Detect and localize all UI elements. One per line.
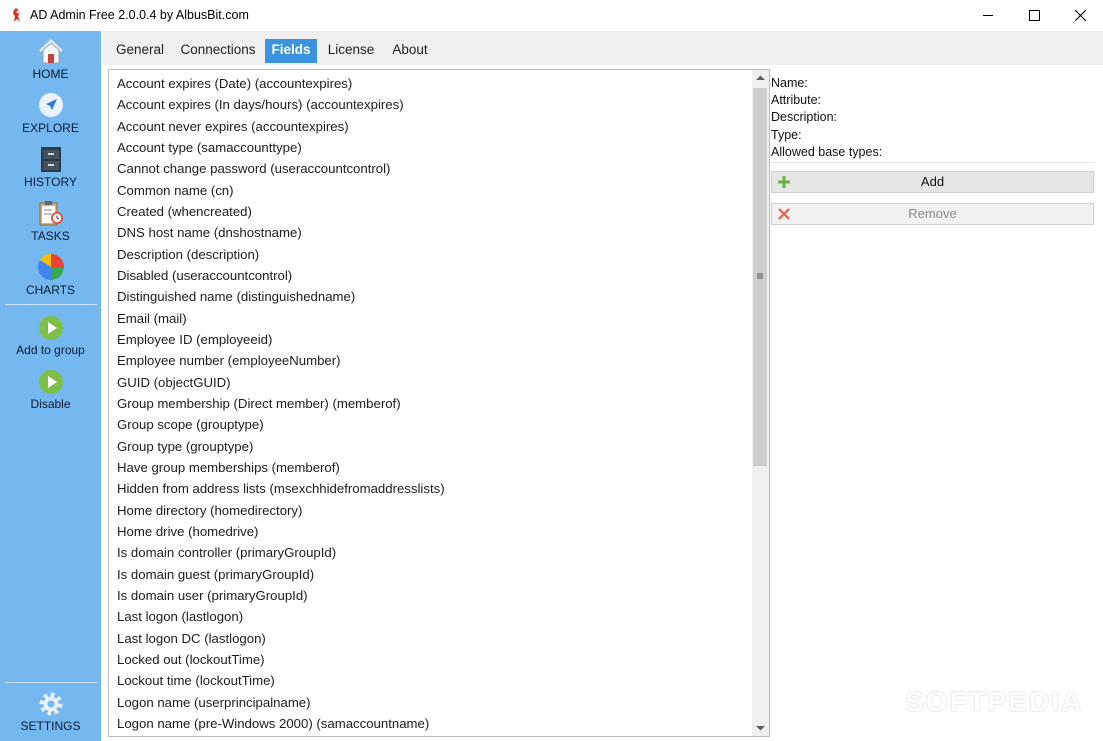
pie-chart-icon	[37, 253, 64, 281]
detail-name-label: Name:	[771, 76, 808, 90]
close-button[interactable]	[1057, 0, 1103, 31]
list-item[interactable]: Locked out (lockoutTime)	[117, 652, 265, 667]
main-panel: General Connections Fields License About…	[103, 31, 1103, 741]
tab-bar: General Connections Fields License About	[103, 31, 1103, 65]
list-item[interactable]: Is domain user (primaryGroupId)	[117, 588, 308, 603]
clipboard-clock-icon	[39, 201, 63, 226]
list-item[interactable]: Have group memberships (memberof)	[117, 460, 340, 475]
list-item[interactable]: Employee number (employeeNumber)	[117, 353, 341, 368]
sidebar-item-explore[interactable]: EXPLORE	[0, 91, 101, 135]
window-title: AD Admin Free 2.0.0.4 by AlbusBit.com	[30, 8, 249, 22]
list-item[interactable]: Home drive (homedrive)	[117, 524, 258, 539]
list-item[interactable]: Lockout time (lockoutTime)	[117, 673, 275, 688]
app-logo-icon	[13, 8, 20, 22]
sidebar-action-add-to-group[interactable]: Add to group	[0, 315, 101, 357]
tab-fields[interactable]: Fields	[265, 39, 317, 63]
sidebar-item-tasks[interactable]: TASKS	[0, 199, 101, 243]
scroll-up-icon[interactable]	[752, 70, 769, 86]
file-cabinet-icon	[40, 147, 61, 172]
sidebar-action-label: Add to group	[16, 343, 85, 357]
sidebar-item-charts[interactable]: CHARTS	[0, 253, 101, 297]
tab-connections[interactable]: Connections	[177, 39, 259, 63]
scroll-down-icon[interactable]	[752, 720, 769, 736]
play-icon	[38, 316, 63, 340]
maximize-button[interactable]	[1011, 0, 1057, 31]
tab-general[interactable]: General	[111, 39, 169, 63]
sidebar-item-home[interactable]: HOME	[0, 37, 101, 81]
list-item[interactable]: Group scope (grouptype)	[117, 417, 264, 432]
list-item[interactable]: Is domain controller (primaryGroupId)	[117, 545, 336, 560]
sidebar-item-label: CHARTS	[25, 283, 76, 297]
list-item[interactable]: Logon name (pre-Windows 2000) (samaccoun…	[117, 716, 429, 731]
remove-icon	[778, 208, 790, 220]
title-bar: AD Admin Free 2.0.0.4 by AlbusBit.com	[0, 0, 1103, 31]
sidebar-action-disable[interactable]: Disable	[0, 369, 101, 411]
list-item[interactable]: GUID (objectGUID)	[117, 375, 231, 390]
list-item[interactable]: DNS host name (dnshostname)	[117, 225, 302, 240]
vertical-scrollbar[interactable]	[752, 70, 769, 736]
sidebar-divider	[5, 682, 97, 683]
sidebar-item-label: TASKS	[31, 229, 70, 243]
list-item[interactable]: Email (mail)	[117, 311, 187, 326]
list-item[interactable]: Distinguished name (distinguishedname)	[117, 289, 355, 304]
minimize-icon	[982, 15, 993, 16]
list-item[interactable]: Account never expires (accountexpires)	[117, 119, 349, 134]
close-icon	[1074, 10, 1086, 21]
gear-icon	[39, 692, 62, 716]
list-item[interactable]: Last logon (lastlogon)	[117, 609, 243, 624]
fields-list[interactable]: Account expires (Date) (accountexpires) A…	[108, 69, 770, 737]
list-item[interactable]: Logon name (userprincipalname)	[117, 695, 311, 710]
list-item[interactable]: Description (description)	[117, 247, 259, 262]
list-item[interactable]: Hidden from address lists (msexchhidefro…	[117, 481, 445, 496]
add-button[interactable]: Add	[771, 171, 1094, 193]
sidebar-item-settings[interactable]: SETTINGS	[0, 691, 101, 733]
sidebar-item-history[interactable]: HISTORY	[0, 145, 101, 189]
details-divider	[770, 162, 1095, 163]
sidebar-item-label: EXPLORE	[22, 121, 79, 135]
list-item[interactable]: Group type (grouptype)	[117, 439, 253, 454]
home-icon	[38, 39, 63, 64]
list-item[interactable]: Is domain guest (primaryGroupId)	[117, 567, 314, 582]
plus-icon	[778, 176, 790, 188]
list-item[interactable]: Home directory (homedirectory)	[117, 503, 302, 518]
navigation-arrow-icon	[38, 93, 63, 117]
detail-allowed-base-types-label: Allowed base types:	[771, 144, 883, 159]
list-item[interactable]: Disabled (useraccountcontrol)	[117, 268, 292, 283]
list-item[interactable]: Group membership (Direct member) (member…	[117, 396, 401, 411]
maximize-icon	[1028, 10, 1040, 21]
list-item[interactable]: Last logon DC (lastlogon)	[117, 631, 266, 646]
sidebar-item-label: SETTINGS	[20, 719, 81, 733]
sidebar-item-label: HOME	[32, 67, 69, 81]
play-icon	[38, 370, 63, 394]
list-item[interactable]: Account type (samaccounttype)	[117, 140, 302, 155]
list-item[interactable]: Employee ID (employeeid)	[117, 332, 272, 347]
remove-button-label: Remove	[908, 206, 957, 221]
list-item[interactable]: Account expires (In days/hours) (account…	[117, 97, 404, 112]
grip-icon	[757, 273, 763, 279]
list-item[interactable]: Common name (cn)	[117, 183, 234, 198]
scrollbar-thumb[interactable]	[753, 88, 767, 466]
sidebar: HOME EXPLORE HISTORY TASKS CHARTS Add to…	[0, 31, 101, 741]
sidebar-action-label: Disable	[30, 397, 71, 411]
add-button-label: Add	[920, 174, 945, 189]
detail-type-label: Type:	[771, 127, 802, 142]
tab-license[interactable]: License	[325, 39, 377, 63]
sidebar-item-label: HISTORY	[24, 175, 77, 189]
list-item[interactable]: Created (whencreated)	[117, 204, 252, 219]
remove-button[interactable]: Remove	[771, 203, 1094, 225]
detail-attribute-label: Attribute:	[771, 93, 822, 108]
list-item[interactable]: Cannot change password (useraccountcontr…	[117, 161, 390, 176]
watermark: SOFTPEDIA	[905, 686, 1084, 717]
minimize-button[interactable]	[965, 0, 1011, 31]
list-item[interactable]: Account expires (Date) (accountexpires)	[117, 76, 352, 91]
sidebar-divider	[5, 304, 97, 305]
tab-about[interactable]: About	[385, 39, 435, 63]
field-details: Name: Attribute: Description: Type: Allo…	[771, 75, 882, 161]
detail-description-label: Description:	[771, 110, 837, 125]
